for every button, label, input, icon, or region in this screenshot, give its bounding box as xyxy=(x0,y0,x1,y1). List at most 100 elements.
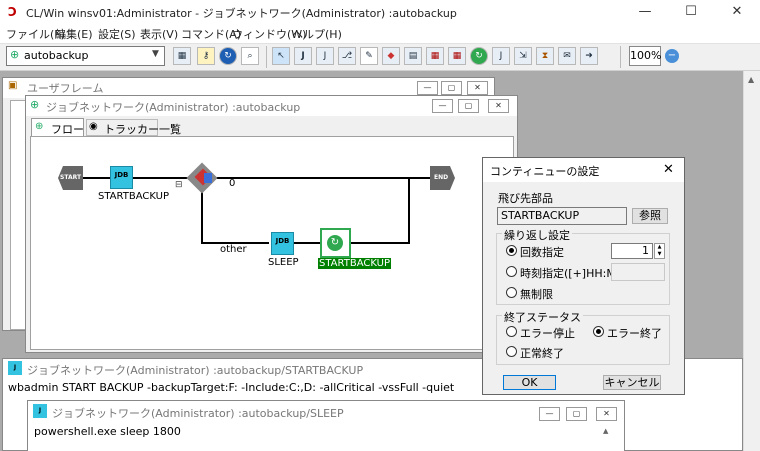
scroll-up-icon[interactable]: ▲ xyxy=(748,75,754,84)
arrow-icon[interactable]: ➜ xyxy=(580,47,598,65)
mail-icon[interactable]: ✉ xyxy=(558,47,576,65)
scroll-up-icon[interactable]: ▲ xyxy=(603,427,608,435)
close-icon[interactable]: ✕ xyxy=(663,162,674,177)
maximize-button[interactable]: ☐ xyxy=(668,0,714,24)
menu-edit[interactable]: 編集(E) xyxy=(55,26,93,42)
user-frame-tree[interactable] xyxy=(10,100,26,330)
jobnet-window-title: ジョブネットワーク(Administrator) :autobackup xyxy=(46,101,301,114)
user-frame-icon: ▣ xyxy=(8,80,18,91)
error-stop-label: エラー停止 xyxy=(520,327,575,340)
jobnet-icon: ⊕ xyxy=(10,48,20,61)
error-stop-radio[interactable] xyxy=(506,326,517,337)
close-button[interactable]: ✕ xyxy=(467,81,488,95)
app-logo-icon: Ɔ xyxy=(8,5,17,19)
zoom-out-icon[interactable]: − xyxy=(665,49,679,63)
job-startbackup-command[interactable]: wbadmin START BACKUP -backupTarget:F: -I… xyxy=(8,381,454,394)
maximize-button[interactable]: ▢ xyxy=(458,99,479,113)
flow-connector xyxy=(212,177,430,179)
normal-end-label: 正常終了 xyxy=(520,347,564,360)
zoom-level[interactable]: 100% xyxy=(629,46,661,66)
flow-connector xyxy=(351,242,409,244)
minimize-button[interactable]: — xyxy=(622,0,668,24)
user-frame-title: ユーザフレーム xyxy=(27,82,104,95)
unlimited-radio[interactable] xyxy=(506,287,517,298)
search-icon[interactable]: ⌕ xyxy=(241,47,259,65)
tab-tracker-list-label: トラッカー一覧 xyxy=(104,123,181,136)
jdb-icon: JDB xyxy=(275,237,290,245)
end-node-label: END xyxy=(434,174,449,181)
window-title: CL/Win winsv01:Administrator - ジョブネットワーク… xyxy=(26,7,457,20)
job-sleep-command[interactable]: powershell.exe sleep 1800 xyxy=(34,425,181,438)
count-field[interactable]: 1 xyxy=(611,243,653,259)
jdb-icon: JDB xyxy=(114,171,129,179)
branch-other-label: other xyxy=(220,244,247,255)
calendar-icon[interactable]: ▤ xyxy=(404,47,422,65)
pointer-icon[interactable]: ↖ xyxy=(272,47,290,65)
menu-help[interactable]: ヘルプ(H) xyxy=(292,26,342,42)
jdb-icon: J xyxy=(8,361,22,375)
time-field[interactable] xyxy=(611,263,665,281)
jdb-x-icon[interactable]: J xyxy=(492,47,510,65)
time-radio[interactable] xyxy=(506,266,517,277)
minimize-button[interactable]: — xyxy=(432,99,453,113)
maximize-button[interactable]: ▢ xyxy=(441,81,462,95)
tab-flow-label: フロー xyxy=(51,123,84,136)
refresh-icon[interactable]: ↻ xyxy=(219,47,237,65)
menu-view[interactable]: 表示(V) xyxy=(140,26,178,42)
exit-status-group-label: 終了ステータス xyxy=(502,309,583,325)
key-icon[interactable]: ⚷ xyxy=(197,47,215,65)
maximize-button[interactable]: ▢ xyxy=(566,407,587,421)
toolbar-separator xyxy=(266,46,267,68)
jobnet-icon: ⊕ xyxy=(30,98,40,111)
continue-node-label: STARTBACKUP xyxy=(318,258,391,269)
branch-zero-label: 0 xyxy=(229,178,236,189)
job-sleep-label: SLEEP xyxy=(268,257,299,268)
count-spinner[interactable]: ▲ ▼ xyxy=(654,243,665,259)
collapse-icon[interactable]: ⊟ xyxy=(175,180,183,190)
vertical-scrollbar[interactable] xyxy=(743,71,760,451)
close-button[interactable]: ✕ xyxy=(714,0,760,24)
error-end-label: エラー終了 xyxy=(607,327,662,340)
error-end-radio[interactable] xyxy=(593,326,604,337)
comment-icon[interactable]: ✎ xyxy=(360,47,378,65)
minimize-button[interactable]: — xyxy=(417,81,438,95)
jdb-icon[interactable]: J xyxy=(294,47,312,65)
hourglass-icon[interactable]: ⧗ xyxy=(536,47,554,65)
cancel-button[interactable]: キャンセル xyxy=(603,375,661,390)
flow-connector xyxy=(408,178,410,244)
calendar-x-icon[interactable]: ▦ xyxy=(448,47,466,65)
minimize-button[interactable]: — xyxy=(539,407,560,421)
flow-connector xyxy=(294,242,320,244)
send-icon[interactable]: ⇲ xyxy=(514,47,532,65)
folder-open-icon[interactable]: ▦ xyxy=(173,47,191,65)
continue-icon[interactable]: ↻ xyxy=(470,47,488,65)
close-button[interactable]: ✕ xyxy=(488,99,509,113)
menu-settings[interactable]: 設定(S) xyxy=(98,26,136,42)
jnw-icon[interactable]: J xyxy=(316,47,334,65)
chevron-down-icon[interactable]: ▼ xyxy=(152,49,159,59)
diamond-icon[interactable]: ◆ xyxy=(382,47,400,65)
branch-marker xyxy=(204,173,212,183)
target-field[interactable]: STARTBACKUP xyxy=(497,207,627,225)
close-button[interactable]: ✕ xyxy=(596,407,617,421)
count-radio[interactable] xyxy=(506,245,517,256)
jobnet-select-value: autobackup xyxy=(24,49,89,62)
flow-connector xyxy=(82,177,110,179)
jdb-icon: J xyxy=(33,404,47,418)
flow-connector xyxy=(133,177,191,179)
branch-icon[interactable]: ⎇ xyxy=(338,47,356,65)
count-label: 回数指定 xyxy=(520,246,564,259)
normal-end-radio[interactable] xyxy=(506,346,517,357)
target-label: 飛び先部品 xyxy=(498,192,553,205)
dialog-title: コンティニューの設定 xyxy=(490,165,600,178)
job-sleep-window-title: ジョブネットワーク(Administrator) :autobackup/SLE… xyxy=(52,407,344,420)
flow-icon: ⊕ xyxy=(35,121,44,132)
job-startbackup-label: STARTBACKUP xyxy=(98,191,169,202)
unlimited-label: 無制限 xyxy=(520,288,553,301)
browse-button[interactable]: 参照 xyxy=(632,208,668,224)
tracker-icon: ◉ xyxy=(89,121,98,132)
job-startbackup-window-title: ジョブネットワーク(Administrator) :autobackup/STA… xyxy=(27,364,364,377)
ok-button[interactable]: OK xyxy=(503,375,556,390)
toolbar-separator xyxy=(620,46,621,68)
calendar-check-icon[interactable]: ▦ xyxy=(426,47,444,65)
